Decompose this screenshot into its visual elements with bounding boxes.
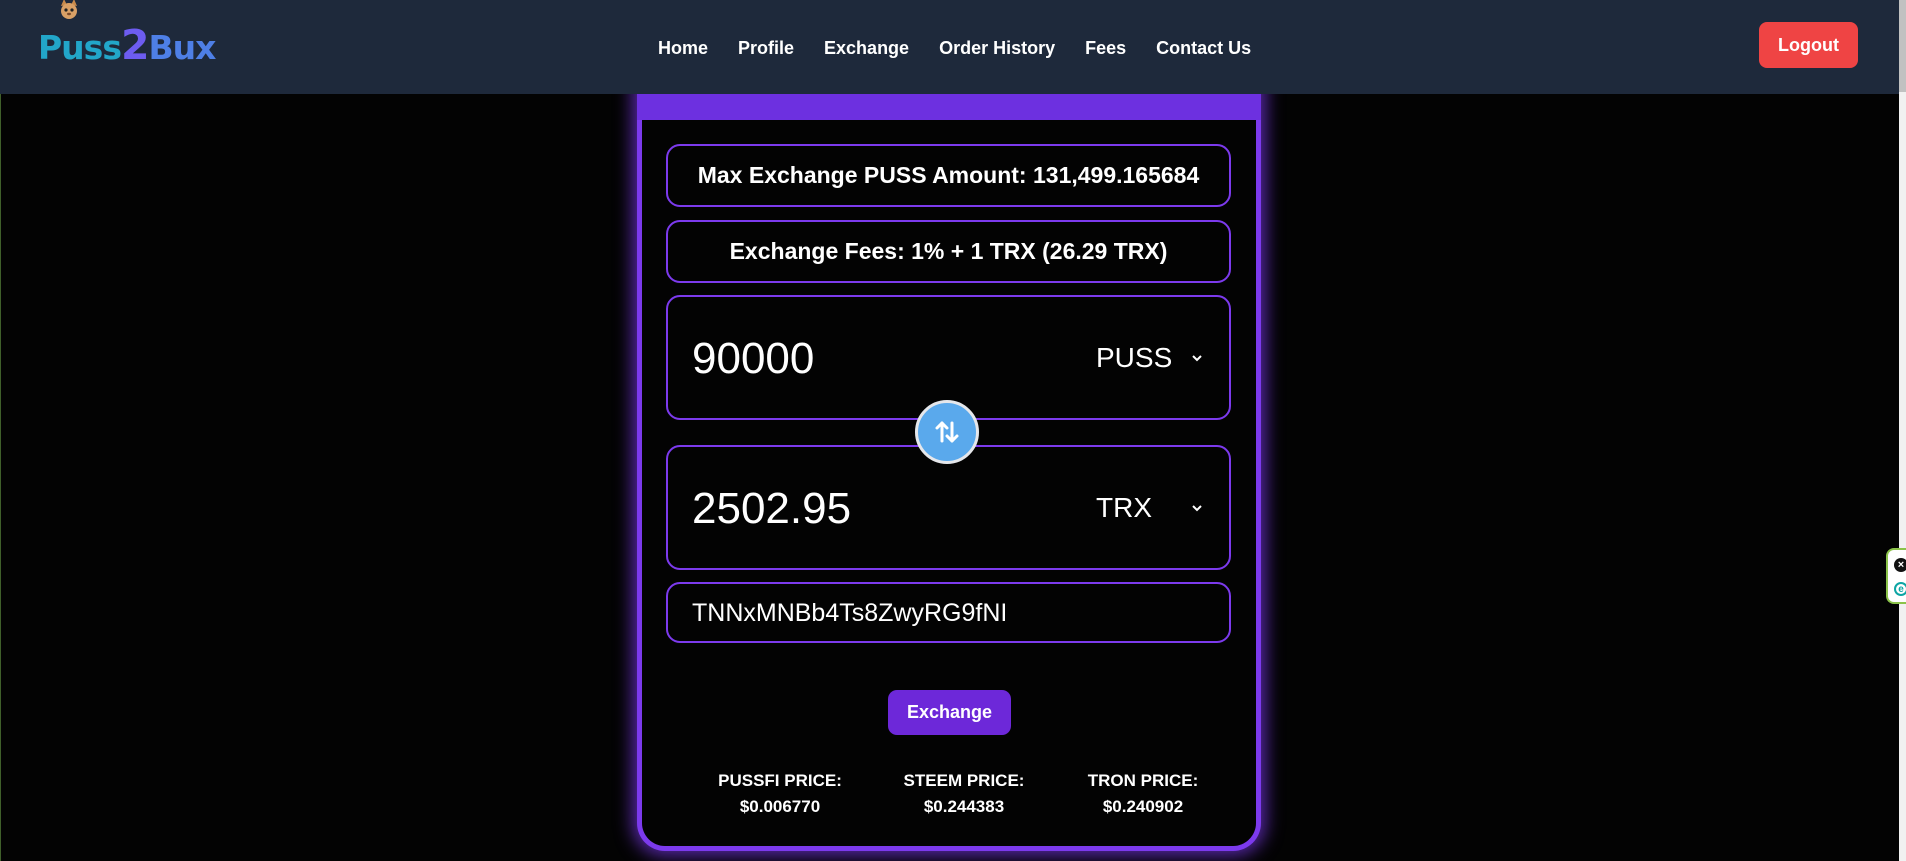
from-currency-select[interactable]: PUSS	[1096, 335, 1216, 381]
wallet-address-input[interactable]	[692, 594, 1007, 632]
to-amount-input[interactable]	[692, 481, 1022, 537]
nav-contact-us[interactable]: Contact Us	[1156, 38, 1251, 59]
extension-logo-icon[interactable]: e	[1894, 582, 1906, 596]
swap-vertical-arrows-icon	[935, 421, 959, 443]
steem-price-value: $0.244383	[923, 797, 1005, 816]
exchange-fees-text: Exchange Fees: 1% + 1 TRX (26.29 TRX)	[729, 238, 1168, 264]
tron-price-value: $0.240902	[1102, 797, 1184, 816]
tron-price-label: TRON PRICE:	[1087, 771, 1199, 790]
max-exchange-amount-box: Max Exchange PUSS Amount: 131,499.165684	[666, 144, 1231, 207]
swap-currencies-button[interactable]	[915, 400, 979, 464]
from-currency-label: PUSS	[1096, 342, 1173, 373]
chevron-down-icon	[1192, 505, 1202, 512]
nav-exchange[interactable]: Exchange	[824, 38, 909, 59]
chevron-down-icon	[1192, 355, 1202, 362]
steem-price: STEEM PRICE: $0.244383	[879, 768, 1049, 820]
close-circle-icon[interactable]: ×	[1894, 558, 1906, 572]
pussfi-price-label: PUSSFI PRICE:	[718, 771, 842, 790]
side-extension-widget[interactable]: × e	[1886, 548, 1906, 604]
main-nav: Home Profile Exchange Order History Fees…	[658, 38, 1281, 59]
nav-fees[interactable]: Fees	[1085, 38, 1126, 59]
cat-mascot-icon	[61, 0, 77, 19]
from-amount-input[interactable]	[692, 331, 1022, 387]
price-ticker: PUSSFI PRICE: $0.006770 STEEM PRICE: $0.…	[642, 768, 1256, 828]
wallet-address-box	[666, 582, 1231, 643]
steem-price-label: STEEM PRICE:	[903, 771, 1025, 790]
to-currency-label: TRX	[1096, 492, 1152, 523]
scrollbar-thumb[interactable]	[1899, 0, 1906, 92]
nav-home[interactable]: Home	[658, 38, 708, 59]
exchange-card: Max Exchange PUSS Amount: 131,499.165684…	[637, 80, 1261, 851]
to-currency-select[interactable]: TRX	[1096, 485, 1216, 531]
page-scrollbar[interactable]	[1899, 0, 1906, 861]
tron-price: TRON PRICE: $0.240902	[1058, 768, 1228, 820]
pussfi-price-value: $0.006770	[739, 797, 821, 816]
logout-button[interactable]: Logout	[1759, 22, 1858, 68]
brand-logo[interactable]: Puss2Bux	[38, 0, 216, 70]
exchange-button[interactable]: Exchange	[888, 690, 1011, 735]
page-edge-divider	[0, 94, 1, 861]
top-navbar: Puss2Bux Home Profile Exchange Order His…	[0, 0, 1899, 94]
pussfi-price: PUSSFI PRICE: $0.006770	[695, 768, 865, 820]
brand-wordmark: Puss2Bux	[38, 21, 216, 69]
max-exchange-amount-text: Max Exchange PUSS Amount: 131,499.165684	[697, 162, 1200, 188]
nav-profile[interactable]: Profile	[738, 38, 794, 59]
exchange-fees-box: Exchange Fees: 1% + 1 TRX (26.29 TRX)	[666, 220, 1231, 283]
nav-order-history[interactable]: Order History	[939, 38, 1055, 59]
